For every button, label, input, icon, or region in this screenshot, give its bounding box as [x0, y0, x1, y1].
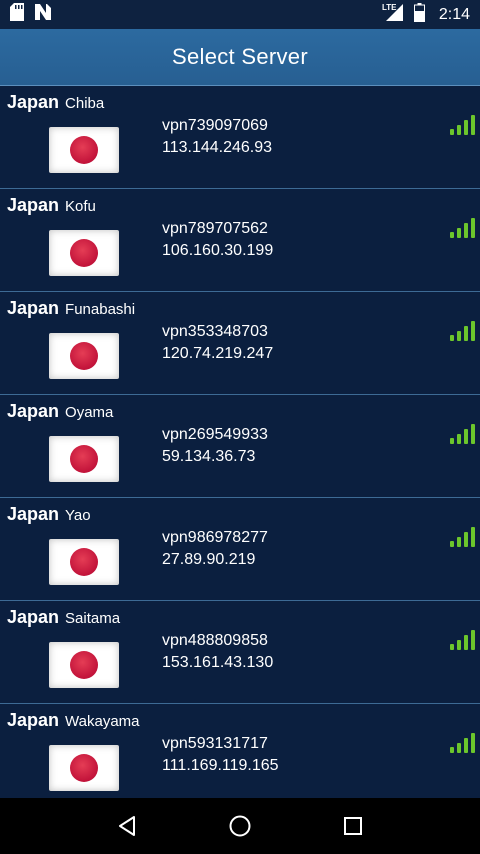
- server-hostname: vpn739097069: [162, 117, 268, 134]
- flag-disc: [70, 651, 98, 679]
- server-ip: 120.74.219.247: [162, 345, 274, 362]
- city-label: Wakayama: [65, 713, 140, 730]
- server-row[interactable]: Japan Wakayama vpn593131717 111.169.119.1…: [0, 704, 480, 798]
- status-left: [10, 3, 52, 26]
- server-hostname: vpn353348703: [162, 323, 268, 340]
- japan-flag-icon: [49, 230, 119, 276]
- status-bar: LTE 2:14: [0, 0, 480, 29]
- back-button[interactable]: [107, 806, 147, 846]
- server-country: Japan Funabashi: [7, 298, 135, 319]
- server-row[interactable]: Japan Yao vpn986978277 27.89.90.219: [0, 498, 480, 601]
- server-row[interactable]: Japan Chiba vpn739097069 113.144.246.93: [0, 86, 480, 189]
- home-button[interactable]: [220, 806, 260, 846]
- country-label: Japan: [7, 92, 60, 112]
- server-hostname: vpn789707562: [162, 220, 268, 237]
- server-ip: 153.161.43.130: [162, 654, 274, 671]
- japan-flag-icon: [49, 745, 119, 791]
- country-label: Japan: [7, 401, 60, 421]
- server-country: Japan Yao: [7, 504, 91, 525]
- status-right: LTE 2:14: [382, 2, 470, 27]
- country-label: Japan: [7, 710, 60, 730]
- signal-full-icon: [450, 733, 475, 753]
- server-country: Japan Oyama: [7, 401, 113, 422]
- flag-disc: [70, 136, 98, 164]
- server-hostname: vpn593131717: [162, 735, 268, 752]
- server-row[interactable]: Japan Funabashi vpn353348703 120.74.219.2…: [0, 292, 480, 395]
- recents-icon: [344, 817, 363, 835]
- japan-flag-icon: [49, 333, 119, 379]
- server-country: Japan Saitama: [7, 607, 120, 628]
- signal-full-icon: [450, 630, 475, 650]
- sd-card-icon: [10, 3, 24, 26]
- city-label: Funabashi: [65, 301, 136, 318]
- signal-full-icon: [450, 115, 475, 135]
- signal-full-icon: [450, 321, 475, 341]
- recents-button[interactable]: [333, 806, 373, 846]
- flag-disc: [70, 548, 98, 576]
- home-icon: [229, 815, 251, 837]
- server-row[interactable]: Japan Oyama vpn269549933 59.134.36.73: [0, 395, 480, 498]
- lte-signal-icon: LTE: [382, 2, 404, 27]
- country-label: Japan: [7, 195, 60, 215]
- back-icon: [118, 816, 135, 836]
- server-ip: 111.169.119.165: [162, 757, 279, 774]
- city-label: Chiba: [65, 95, 105, 112]
- server-country: Japan Kofu: [7, 195, 96, 216]
- server-ip: 27.89.90.219: [162, 551, 256, 568]
- japan-flag-icon: [49, 642, 119, 688]
- page-title: Select Server: [172, 44, 308, 69]
- server-country: Japan Chiba: [7, 92, 104, 113]
- server-ip: 106.160.30.199: [162, 242, 274, 259]
- lte-label: LTE: [382, 3, 397, 12]
- flag-disc: [70, 445, 98, 473]
- server-country: Japan Wakayama: [7, 710, 140, 731]
- country-label: Japan: [7, 504, 60, 524]
- app-bar: Select Server: [0, 29, 480, 86]
- city-label: Kofu: [65, 198, 96, 215]
- flag-disc: [70, 754, 98, 782]
- signal-full-icon: [450, 527, 475, 547]
- japan-flag-icon: [49, 436, 119, 482]
- server-row[interactable]: Japan Kofu vpn789707562 106.160.30.199: [0, 189, 480, 292]
- city-label: Saitama: [65, 610, 121, 627]
- clock: 2:14: [438, 5, 470, 23]
- japan-flag-icon: [49, 539, 119, 585]
- server-hostname: vpn986978277: [162, 529, 268, 546]
- city-label: Yao: [65, 507, 91, 524]
- navigation-bar: [0, 798, 480, 854]
- country-label: Japan: [7, 298, 60, 318]
- city-label: Oyama: [65, 404, 114, 421]
- server-hostname: vpn269549933: [162, 426, 268, 443]
- flag-disc: [70, 239, 98, 267]
- flag-disc: [70, 342, 98, 370]
- signal-full-icon: [450, 218, 475, 238]
- japan-flag-icon: [49, 127, 119, 173]
- battery-icon: [413, 2, 425, 27]
- country-label: Japan: [7, 607, 60, 627]
- server-ip: 59.134.36.73: [162, 448, 256, 465]
- signal-full-icon: [450, 424, 475, 444]
- server-ip: 113.144.246.93: [162, 139, 273, 156]
- n-notification-icon: [34, 3, 52, 26]
- server-hostname: vpn488809858: [162, 632, 268, 649]
- server-row[interactable]: Japan Saitama vpn488809858 153.161.43.130: [0, 601, 480, 704]
- server-list[interactable]: Japan Chiba vpn739097069 113.144.246.93 J…: [0, 86, 480, 798]
